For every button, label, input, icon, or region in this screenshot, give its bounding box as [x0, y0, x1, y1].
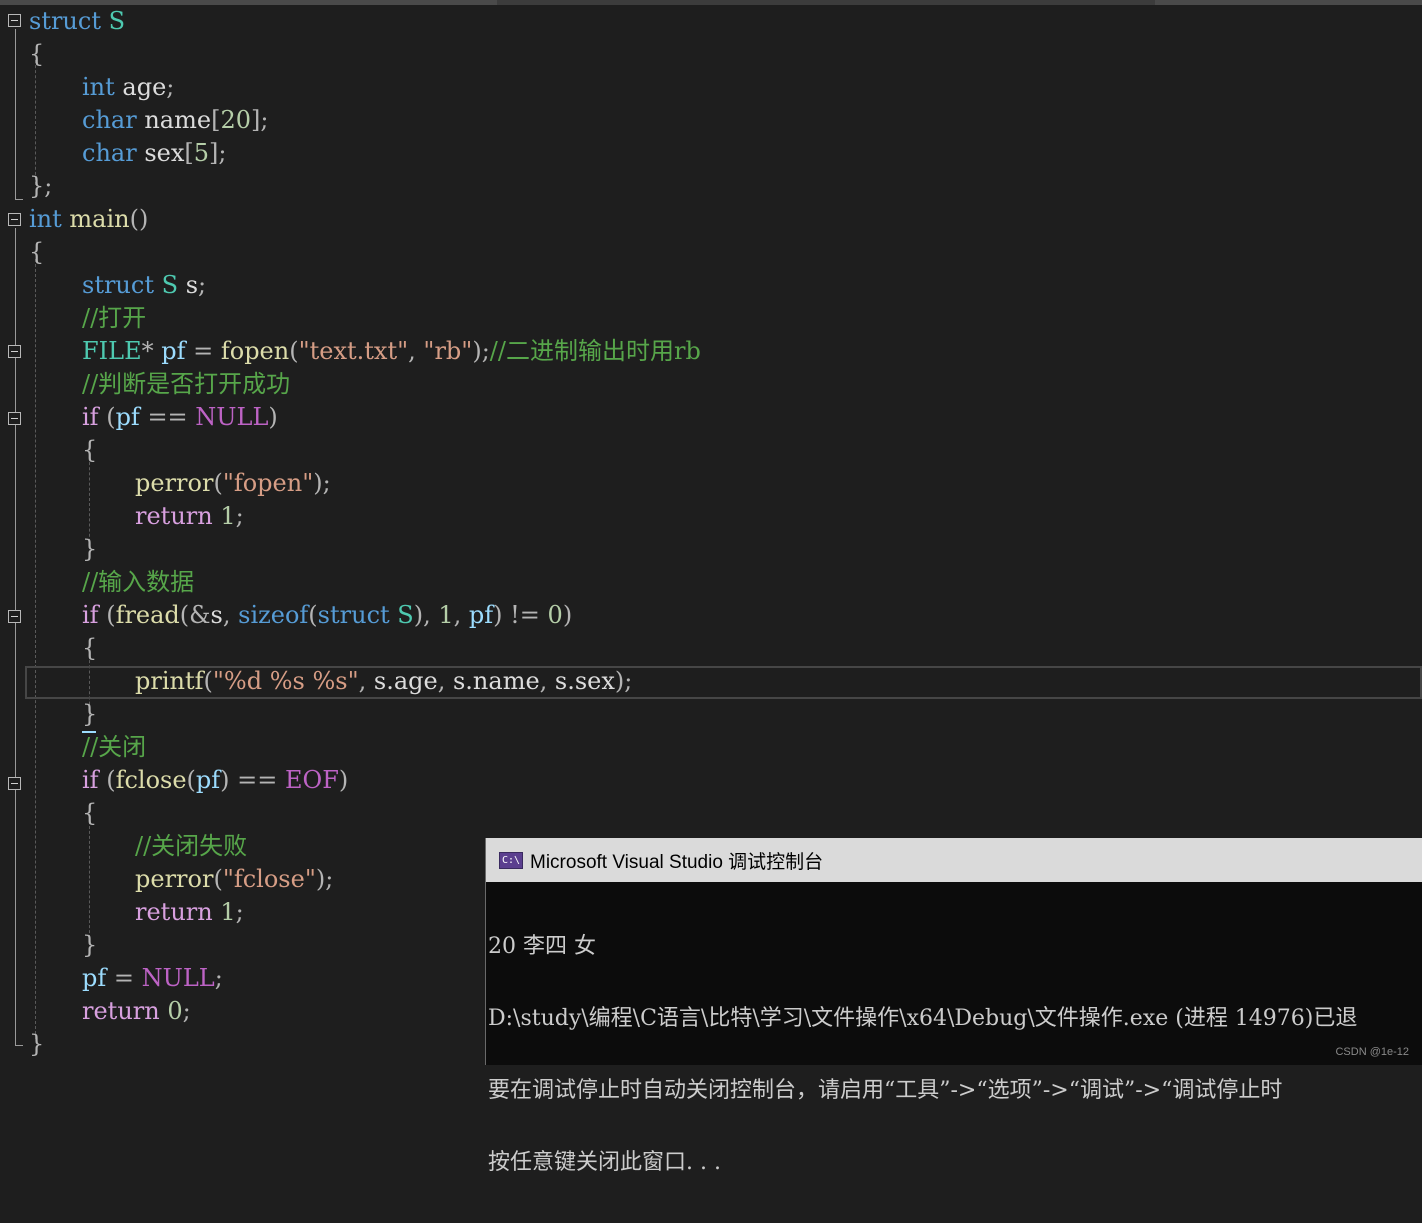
code-line: { [29, 40, 45, 68]
indent-guide [35, 60, 36, 185]
collapse-icon[interactable] [8, 14, 21, 27]
code-line: int main() [29, 205, 149, 233]
code-line: struct S s; [82, 271, 207, 299]
code-line: FILE* pf = fopen("text.txt", "rb");//二进制… [82, 337, 701, 365]
outline-line [15, 199, 23, 200]
collapse-icon[interactable] [8, 777, 21, 790]
indent-guide [35, 259, 36, 1039]
code-line: { [82, 634, 98, 662]
code-line: //关闭失败 [135, 832, 248, 860]
code-line: //输入数据 [82, 568, 195, 596]
code-line: return 0; [82, 997, 191, 1025]
code-line: }; [29, 172, 53, 200]
outline-line [15, 29, 16, 200]
code-line: char name[20]; [82, 106, 269, 134]
outline-line [15, 1045, 23, 1046]
code-line: } [82, 700, 98, 728]
collapse-icon[interactable] [8, 610, 21, 623]
console-title: Microsoft Visual Studio 调试控制台 [530, 851, 824, 873]
code-line: if (fclose(pf) == EOF) [82, 766, 349, 794]
console-line: 按任意键关闭此窗口. . . [488, 1150, 721, 1175]
code-line: printf("%d %s %s", s.age, s.name, s.sex)… [135, 667, 633, 695]
collapse-icon[interactable] [8, 412, 21, 425]
indent-guide [89, 821, 90, 943]
code-line: { [29, 238, 45, 266]
collapse-icon[interactable] [8, 345, 21, 358]
watermark: CSDN @1e-12 [1335, 1046, 1409, 1058]
code-line: return 1; [135, 502, 244, 530]
console-line: 20 李四 女 [488, 934, 596, 959]
console-line: 要在调试停止时自动关闭控制台，请启用“工具”->“选项”->“调试”->“调试停… [488, 1078, 1283, 1103]
code-line: { [82, 436, 98, 464]
collapse-icon[interactable] [8, 213, 21, 226]
code-line: pf = NULL; [82, 964, 223, 992]
code-line: //关闭 [82, 733, 147, 761]
code-line: char sex[5]; [82, 139, 227, 167]
code-line: perror("fclose"); [135, 865, 334, 893]
console-app-icon: C:\ [499, 851, 523, 869]
code-line: if (pf == NULL) [82, 403, 278, 431]
console-output[interactable]: 20 李四 女 D:\study\编程\C语言\比特\学习\文件操作\x64\D… [486, 882, 1422, 1223]
code-line: //判断是否打开成功 [82, 370, 291, 398]
code-line: perror("fopen"); [135, 469, 331, 497]
code-line: return 1; [135, 898, 244, 926]
code-line: } [29, 1030, 45, 1058]
console-titlebar[interactable]: C:\ Microsoft Visual Studio 调试控制台 [486, 838, 1422, 882]
code-line: } [82, 931, 98, 959]
code-line: } [82, 535, 98, 563]
debug-console-window[interactable]: C:\ Microsoft Visual Studio 调试控制台 20 李四 … [485, 838, 1422, 1175]
code-line: int age; [82, 73, 175, 101]
code-line: struct S [29, 7, 126, 35]
code-line: if (fread(&s, sizeof(struct S), 1, pf) !… [82, 601, 573, 629]
console-line: D:\study\编程\C语言\比特\学习\文件操作\x64\Debug\文件操… [488, 1006, 1358, 1031]
code-line: //打开 [82, 304, 147, 332]
code-line: { [82, 799, 98, 827]
